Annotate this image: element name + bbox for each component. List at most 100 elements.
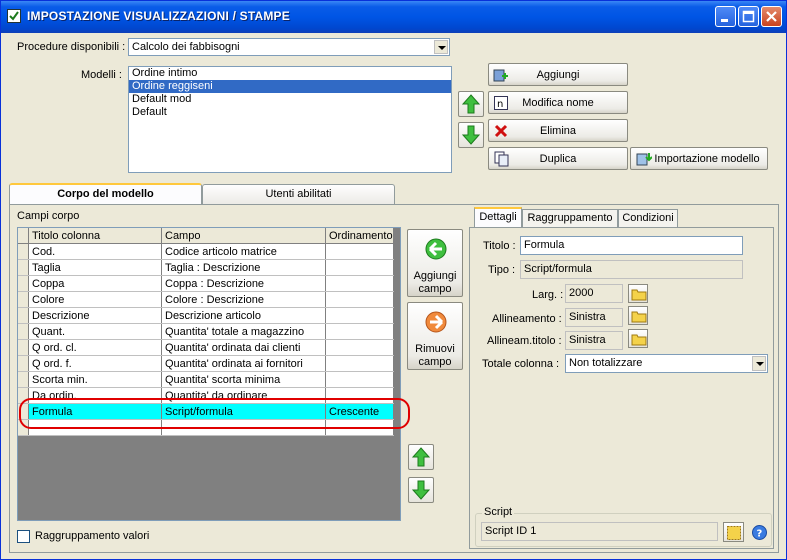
table-row[interactable]: Cod. Codice articolo matrice [18,243,394,260]
title-bar[interactable]: IMPOSTAZIONE VISUALIZZAZIONI / STAMPE [1,1,786,33]
fields-grid[interactable]: Titolo colonna Campo Ordinamento Cod. Cod… [17,227,401,521]
cell-order[interactable] [325,275,394,292]
cell-field[interactable]: Quantita' ordinata ai fornitori [161,355,326,372]
cell-title[interactable]: Da ordin. [28,387,162,404]
title-input[interactable]: Formula [520,236,743,255]
cell-field[interactable]: Codice articolo matrice [161,243,326,260]
add-model-button[interactable]: Aggiungi [488,63,628,86]
close-button[interactable] [761,6,782,27]
column-header-order[interactable]: Ordinamento [325,228,394,244]
cell-field[interactable] [161,419,326,436]
remove-field-button[interactable]: Rimuovi campo [407,302,463,370]
cell-title[interactable]: Q ord. f. [28,355,162,372]
row-indicator[interactable] [18,323,29,340]
table-row[interactable]: Q ord. f. Quantita' ordinata ai fornitori [18,355,394,372]
group-values-checkbox[interactable] [17,530,30,543]
table-row[interactable]: Scorta min. Quantita' scorta minima [18,371,394,388]
column-header-title[interactable]: Titolo colonna [28,228,162,244]
align-browse-button[interactable] [628,306,648,325]
model-move-down-button[interactable] [458,122,484,148]
tab-enabled-users[interactable]: Utenti abilitati [202,184,395,204]
table-row[interactable]: Da ordin. Quantita' da ordinare [18,387,394,404]
width-browse-button[interactable] [628,284,648,303]
row-indicator[interactable] [18,259,29,276]
table-row[interactable]: Coppa Coppa : Descrizione [18,275,394,292]
cell-title[interactable]: Colore [28,291,162,308]
list-item[interactable]: Ordine intimo [129,67,451,80]
cell-field[interactable]: Taglia : Descrizione [161,259,326,276]
tab-model-body[interactable]: Corpo del modello [9,183,202,205]
delete-model-button[interactable]: Elimina [488,119,628,142]
cell-order[interactable] [325,355,394,372]
cell-title[interactable]: Scorta min. [28,371,162,388]
tab-details[interactable]: Dettagli [474,207,522,228]
row-indicator[interactable] [18,291,29,308]
minimize-button[interactable] [715,6,736,27]
cell-title[interactable]: Quant. [28,323,162,340]
cell-order[interactable]: Crescente [325,403,394,420]
cell-title[interactable]: Taglia [28,259,162,276]
row-indicator[interactable] [18,275,29,292]
table-row[interactable]: Quant. Quantita' totale a magazzino [18,323,394,340]
column-header-field[interactable]: Campo [161,228,326,244]
cell-field[interactable]: Colore : Descrizione [161,291,326,308]
list-item[interactable]: Default [129,106,451,119]
cell-title[interactable]: Q ord. cl. [28,339,162,356]
tab-conditions[interactable]: Condizioni [618,209,678,227]
row-indicator[interactable] [18,419,29,436]
dropdown-arrow[interactable] [434,40,448,54]
list-item[interactable]: Ordine reggiseni [129,80,451,93]
cell-order[interactable] [325,387,394,404]
row-indicator[interactable] [18,387,29,404]
cell-field[interactable]: Quantita' scorta minima [161,371,326,388]
table-row[interactable]: Taglia Taglia : Descrizione [18,259,394,276]
import-model-button[interactable]: Importazione modello [630,147,768,170]
cell-field[interactable]: Script/formula [161,403,326,420]
rename-model-button[interactable]: n Modifica nome [488,91,628,114]
dropdown-arrow[interactable] [752,356,766,371]
row-indicator[interactable] [18,371,29,388]
cell-order[interactable] [325,307,394,324]
maximize-button[interactable] [738,6,759,27]
cell-order[interactable] [325,243,394,260]
row-indicator[interactable] [18,307,29,324]
list-item[interactable]: Default mod [129,93,451,106]
table-row[interactable]: Formula Script/formula Crescente [18,403,394,420]
table-row[interactable]: Q ord. cl. Quantita' ordinata dai clienti [18,339,394,356]
models-list[interactable]: Ordine intimo Ordine reggiseni Default m… [128,66,452,173]
cell-order[interactable] [325,371,394,388]
cell-field[interactable]: Quantita' ordinata dai clienti [161,339,326,356]
table-row[interactable]: Descrizione Descrizione articolo [18,307,394,324]
cell-title[interactable]: Cod. [28,243,162,260]
field-move-down-button[interactable] [408,477,434,503]
cell-order[interactable] [325,419,394,436]
row-indicator[interactable] [18,355,29,372]
table-row[interactable]: Colore Colore : Descrizione [18,291,394,308]
cell-title[interactable]: Coppa [28,275,162,292]
cell-field[interactable]: Quantita' da ordinare [161,387,326,404]
cell-order[interactable] [325,291,394,308]
add-field-button[interactable]: Aggiungi campo [407,229,463,297]
cell-title[interactable] [28,419,162,436]
cell-order[interactable] [325,259,394,276]
duplicate-model-button[interactable]: Duplica [488,147,628,170]
script-edit-button[interactable] [723,522,744,542]
field-move-up-button[interactable] [408,444,434,470]
cell-field[interactable]: Descrizione articolo [161,307,326,324]
model-move-up-button[interactable] [458,91,484,117]
table-row[interactable] [18,419,394,436]
cell-title[interactable]: Descrizione [28,307,162,324]
cell-field[interactable]: Quantita' totale a magazzino [161,323,326,340]
cell-order[interactable] [325,339,394,356]
total-select[interactable]: Non totalizzare [565,354,768,373]
cell-title[interactable]: Formula [28,403,162,420]
help-button[interactable]: ? [752,525,767,540]
cell-field[interactable]: Coppa : Descrizione [161,275,326,292]
procedure-select[interactable]: Calcolo dei fabbisogni [128,38,450,56]
row-indicator[interactable] [18,339,29,356]
row-indicator[interactable] [18,243,29,260]
align-title-browse-button[interactable] [628,329,648,348]
tab-grouping[interactable]: Raggruppamento [522,209,618,227]
cell-order[interactable] [325,323,394,340]
row-indicator[interactable] [18,403,29,420]
